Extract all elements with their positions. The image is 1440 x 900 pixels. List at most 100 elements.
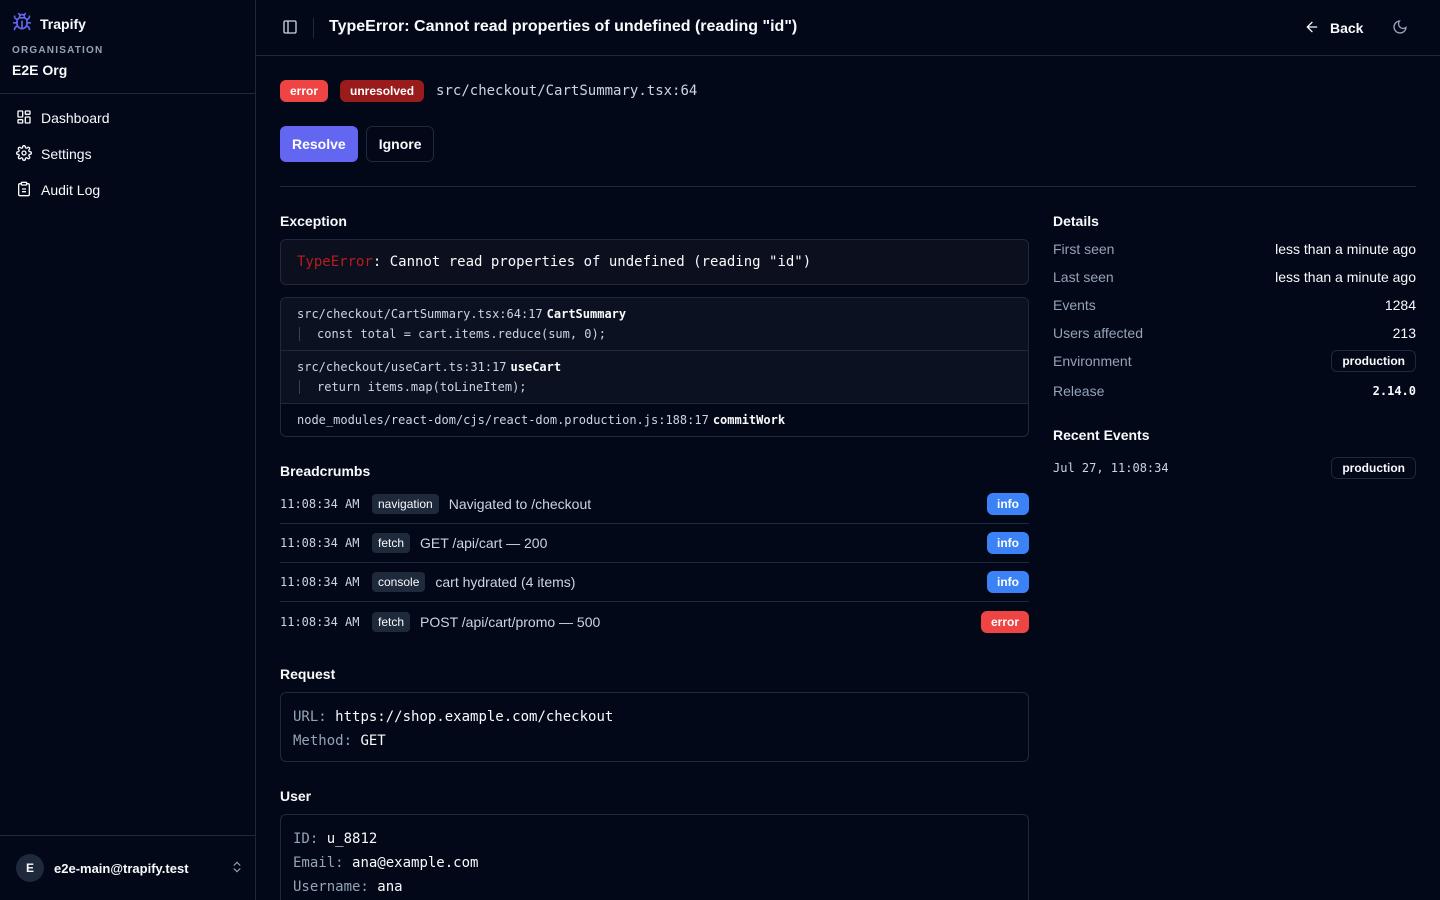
frame-file: src/checkout/useCart.ts:31:17 bbox=[297, 360, 507, 374]
detail-label: Events bbox=[1053, 297, 1096, 313]
page-title: TypeError: Cannot read properties of und… bbox=[329, 18, 798, 35]
frame-function: useCart bbox=[510, 360, 562, 374]
gear-icon bbox=[16, 144, 32, 164]
frame-file: node_modules/react-dom/cjs/react-dom.pro… bbox=[297, 413, 709, 427]
exception-box: TypeError: Cannot read properties of und… bbox=[280, 239, 1029, 285]
sidebar-item-dashboard[interactable]: Dashboard bbox=[8, 104, 248, 132]
detail-row-release: Release 2.14.0 bbox=[1053, 375, 1416, 407]
exception-type: TypeError bbox=[297, 254, 373, 270]
breadcrumb-message: Navigated to /checkout bbox=[448, 496, 592, 512]
detail-value: 2.14.0 bbox=[1372, 384, 1416, 398]
request-url-key: URL: bbox=[293, 709, 327, 725]
user-box: ID: u_8812 Email: ana@example.com Userna… bbox=[280, 814, 1029, 900]
detail-value: 1284 bbox=[1384, 297, 1416, 313]
resolve-button[interactable]: Resolve bbox=[280, 126, 358, 162]
stack-trace: src/checkout/CartSummary.tsx:64:17 CartSu… bbox=[280, 297, 1029, 437]
request-title: Request bbox=[280, 666, 336, 682]
sidebar-toggle-button[interactable] bbox=[280, 16, 300, 40]
sidebar-item-audit-log[interactable]: Audit Log bbox=[8, 176, 248, 204]
detail-row-environment: Environment production bbox=[1053, 347, 1416, 375]
moon-icon bbox=[1392, 19, 1408, 38]
brand-name: Trapify bbox=[40, 15, 86, 32]
recent-event-row[interactable]: Jul 27, 11:08:34 production bbox=[1053, 456, 1416, 480]
panel-left-icon bbox=[282, 19, 298, 38]
arrow-left-icon bbox=[1304, 19, 1320, 38]
request-box: URL: https://shop.example.com/checkout M… bbox=[280, 692, 1029, 762]
user-username: ana bbox=[377, 879, 403, 895]
sidebar-item-label: Dashboard bbox=[41, 110, 110, 126]
frame-file: src/checkout/CartSummary.tsx:64:17 bbox=[297, 307, 543, 321]
sidebar-footer-divider bbox=[0, 835, 255, 836]
user-title: User bbox=[280, 788, 312, 804]
issue-location: src/checkout/CartSummary.tsx:64 bbox=[436, 83, 698, 99]
frame-code: return items.map(toLineItem); bbox=[299, 380, 1012, 394]
breadcrumb-message: GET /api/cart — 200 bbox=[420, 535, 548, 551]
exception-message: Cannot read properties of undefined (rea… bbox=[381, 254, 812, 270]
details-list: First seen less than a minute ago Last s… bbox=[1053, 235, 1416, 407]
sidebar-divider bbox=[0, 93, 255, 94]
breadcrumb-row: 11:08:34 AM fetch GET /api/cart — 200 in… bbox=[280, 524, 1029, 563]
ignore-button[interactable]: Ignore bbox=[365, 126, 435, 162]
theme-toggle-button[interactable] bbox=[1388, 16, 1412, 40]
breadcrumb-level-badge: error bbox=[980, 610, 1029, 633]
stack-frame[interactable]: src/checkout/CartSummary.tsx:64:17 CartSu… bbox=[281, 298, 1028, 351]
breadcrumb-level-badge: info bbox=[987, 493, 1029, 515]
request-url: https://shop.example.com/checkout bbox=[335, 709, 614, 725]
details-title: Details bbox=[1053, 213, 1099, 229]
avatar: E bbox=[16, 854, 44, 882]
environment-badge: production bbox=[1331, 350, 1416, 372]
grid-icon bbox=[16, 109, 32, 128]
breadcrumb-category: navigation bbox=[372, 494, 439, 514]
sidebar-item-label: Settings bbox=[41, 146, 92, 162]
breadcrumb-category: fetch bbox=[372, 611, 411, 632]
breadcrumb-category: fetch bbox=[372, 533, 411, 553]
sidebar-item-settings[interactable]: Settings bbox=[8, 140, 248, 168]
detail-label: Release bbox=[1053, 383, 1105, 399]
stack-frame[interactable]: src/checkout/useCart.ts:31:17 useCart ret… bbox=[281, 351, 1028, 404]
issue-tags: error unresolved src/checkout/CartSummar… bbox=[280, 80, 697, 102]
breadcrumb-time: 11:08:34 AM bbox=[280, 536, 360, 550]
clipboard-icon bbox=[16, 181, 32, 200]
detail-row-users: Users affected 213 bbox=[1053, 319, 1416, 347]
breadcrumb-message: POST /api/cart/promo — 500 bbox=[420, 613, 601, 630]
detail-label: Environment bbox=[1053, 353, 1132, 369]
exception-separator: : bbox=[372, 254, 382, 270]
user-id-key: ID: bbox=[293, 831, 319, 847]
sidebar-item-label: Audit Log bbox=[41, 182, 101, 198]
breadcrumb-message: cart hydrated (4 items) bbox=[435, 574, 576, 590]
back-button[interactable]: Back bbox=[1296, 14, 1371, 42]
recent-events-title: Recent Events bbox=[1053, 427, 1150, 443]
detail-row-first-seen: First seen less than a minute ago bbox=[1053, 235, 1416, 263]
sidebar: Trapify ORGANISATION E2E Org Dashboard S… bbox=[0, 0, 256, 900]
user-email-value: ana@example.com bbox=[352, 855, 479, 871]
header-separator bbox=[313, 18, 314, 38]
bug-icon bbox=[12, 12, 32, 35]
chevrons-up-down-icon bbox=[230, 860, 244, 877]
detail-label: Last seen bbox=[1053, 269, 1114, 285]
breadcrumb-time: 11:08:34 AM bbox=[280, 497, 360, 511]
brand[interactable]: Trapify bbox=[12, 12, 86, 35]
main-divider bbox=[280, 186, 1416, 187]
recent-event-env-badge: production bbox=[1331, 457, 1416, 479]
detail-row-events: Events 1284 bbox=[1053, 291, 1416, 319]
recent-event-time: Jul 27, 11:08:34 bbox=[1053, 461, 1169, 475]
detail-value: 213 bbox=[1392, 325, 1416, 341]
back-label: Back bbox=[1330, 20, 1364, 36]
org-label: ORGANISATION bbox=[12, 45, 104, 56]
detail-row-last-seen: Last seen less than a minute ago bbox=[1053, 263, 1416, 291]
stack-frame[interactable]: node_modules/react-dom/cjs/react-dom.pro… bbox=[281, 404, 1028, 436]
sidebar-nav: Dashboard Settings Audit Log bbox=[8, 104, 248, 212]
frame-function: commitWork bbox=[712, 413, 786, 427]
user-menu[interactable]: E e2e-main@trapify.test bbox=[16, 852, 244, 884]
detail-label: Users affected bbox=[1053, 325, 1144, 341]
issue-actions: Resolve Ignore bbox=[280, 126, 435, 162]
breadcrumb-level-badge: info bbox=[987, 571, 1029, 593]
frame-function: CartSummary bbox=[546, 307, 627, 321]
breadcrumb-category: console bbox=[372, 572, 426, 592]
status-badge: unresolved bbox=[340, 80, 425, 102]
detail-value: less than a minute ago bbox=[1275, 241, 1416, 257]
breadcrumbs-list: 11:08:34 AM navigation Navigated to /che… bbox=[280, 485, 1029, 641]
breadcrumb-row: 11:08:34 AM console cart hydrated (4 ite… bbox=[280, 563, 1029, 602]
user-username-key: Username: bbox=[293, 879, 369, 895]
breadcrumbs-title: Breadcrumbs bbox=[280, 463, 371, 479]
